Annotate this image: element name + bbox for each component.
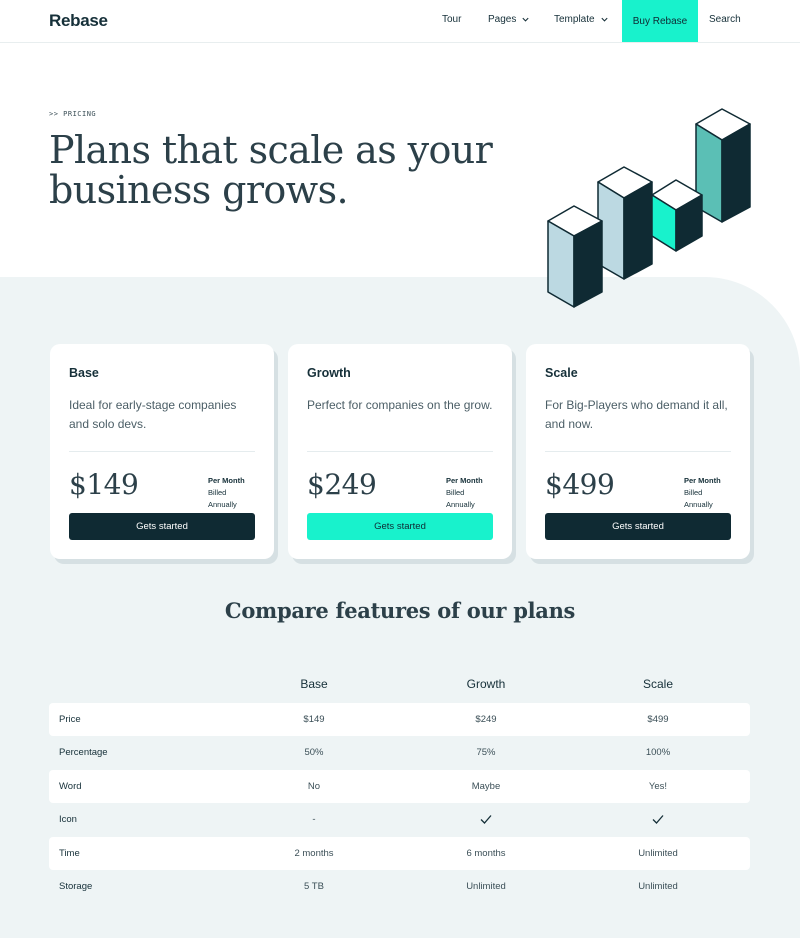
plan-card-base: Base Ideal for early-stage companies and… <box>50 344 274 559</box>
nav-item-template[interactable]: Template <box>554 14 609 25</box>
table-row-word: Word No Maybe Yes! <box>49 770 750 803</box>
bar-graph-illustration <box>547 108 751 308</box>
plan-billing: Per Month Billed Annually <box>413 475 493 511</box>
chevron-down-icon <box>522 17 529 22</box>
nav-item-label: Template <box>554 14 595 25</box>
plan-period: Per Month <box>208 476 245 485</box>
section-eyebrow: >> PRICING <box>49 110 97 118</box>
plan-name: Base <box>69 366 99 380</box>
table-row-percentage: Percentage 50% 75% 100% <box>49 736 750 769</box>
plan-card-growth: Growth Perfect for companies on the grow… <box>288 344 512 559</box>
table-cell: 6 months <box>466 848 506 859</box>
table-cell: 75% <box>476 747 496 758</box>
column-header-scale: Scale <box>642 677 674 691</box>
table-row-price: Price $149 $249 $499 <box>49 703 750 736</box>
table-cell: No <box>307 781 321 792</box>
get-started-button[interactable]: Gets started <box>545 513 731 540</box>
nav-item-label: Pages <box>488 14 517 25</box>
plan-description: Perfect for companies on the grow. <box>307 398 493 412</box>
plan-description: Ideal for early-stage companies and solo… <box>69 398 237 431</box>
check-icon <box>480 815 492 824</box>
plan-price: $149 <box>69 468 139 501</box>
row-label: Time <box>59 848 80 859</box>
check-icon <box>652 815 664 824</box>
table-cell: 100% <box>645 747 671 758</box>
column-header-base: Base <box>300 677 328 691</box>
table-cell: Unlimited <box>638 881 678 892</box>
row-label: Word <box>59 781 82 792</box>
row-label: Percentage <box>59 747 108 758</box>
plan-card-scale: Scale For Big-Players who demand it all,… <box>526 344 750 559</box>
divider <box>545 451 731 452</box>
chevron-down-icon <box>600 17 608 22</box>
column-header-growth: Growth <box>466 677 506 691</box>
search-label: Search <box>709 14 741 25</box>
plan-billing-cycle: Billed Annually <box>446 488 475 509</box>
plan-period: Per Month <box>684 476 721 485</box>
row-label: Price <box>59 714 81 725</box>
plan-period: Per Month <box>446 476 483 485</box>
top-nav: Rebase Tour Pages Template Buy Rebase Se… <box>0 0 800 43</box>
page-title: Plans that scale as your business grows. <box>49 128 493 212</box>
buy-rebase-button[interactable]: Buy Rebase <box>622 0 698 42</box>
table-cell: Unlimited <box>466 881 506 892</box>
table-cell: Yes! <box>648 781 668 792</box>
table-row-storage: Storage 5 TB Unlimited Unlimited <box>49 870 750 903</box>
nav-item-tour[interactable]: Tour <box>442 14 461 25</box>
divider <box>69 451 255 452</box>
row-label: Icon <box>59 814 77 825</box>
plan-name: Growth <box>307 366 351 380</box>
plan-billing: Per Month Billed Annually <box>651 475 731 511</box>
nav-item-pages[interactable]: Pages <box>488 14 530 25</box>
plan-billing: Per Month Billed Annually <box>175 475 255 511</box>
table-cell: - <box>312 814 316 825</box>
search-link[interactable]: Search <box>709 14 741 25</box>
compare-title: Compare features of our plans <box>224 598 576 623</box>
table-row-icon: Icon - <box>49 803 750 836</box>
table-cell: $499 <box>647 714 669 725</box>
nav-item-label: Tour <box>442 14 462 25</box>
table-cell: Maybe <box>471 781 501 792</box>
table-cell: $149 <box>303 714 325 725</box>
row-label: Storage <box>59 881 93 892</box>
table-cell: Unlimited <box>638 848 678 859</box>
plan-billing-cycle: Billed Annually <box>684 488 713 509</box>
table-row-time: Time 2 months 6 months Unlimited <box>49 837 750 870</box>
plan-billing-cycle: Billed Annually <box>208 488 237 509</box>
table-cell: 50% <box>304 747 324 758</box>
plan-description: For Big-Players who demand it all, and n… <box>545 398 728 431</box>
plan-price: $249 <box>307 468 377 501</box>
table-cell: $249 <box>475 714 497 725</box>
divider <box>307 451 493 452</box>
get-started-button[interactable]: Gets started <box>69 513 255 540</box>
get-started-button[interactable]: Gets started <box>307 513 493 540</box>
table-cell: 2 months <box>294 848 334 859</box>
plan-price: $499 <box>545 468 615 501</box>
plan-name: Scale <box>545 366 578 380</box>
logo[interactable]: Rebase <box>49 11 108 31</box>
table-cell: 5 TB <box>304 881 324 892</box>
